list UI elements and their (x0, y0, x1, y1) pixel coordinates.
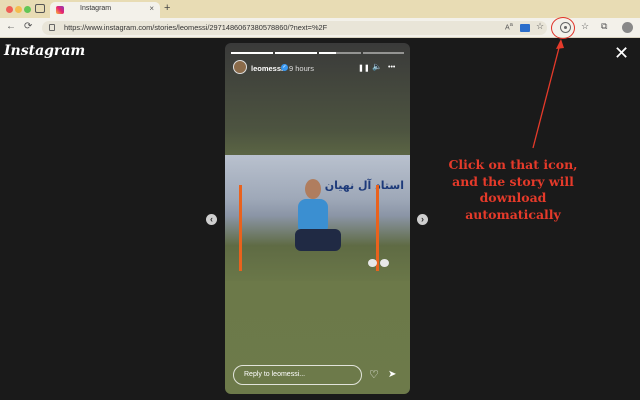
instagram-favicon-icon (56, 6, 64, 14)
pause-button[interactable]: ❚❚ (358, 64, 370, 72)
browser-tab-bar: Instagram × + (0, 0, 640, 18)
annotation-line: download (479, 190, 547, 205)
story-progress-segment (363, 52, 404, 54)
football (368, 259, 377, 267)
favorites-icon[interactable]: ☆ (581, 21, 589, 32)
progress-fill (319, 52, 336, 54)
verified-badge-icon: ✓ (281, 64, 288, 71)
story-timestamp: 9 hours (289, 64, 315, 73)
story-progress-segment (231, 52, 273, 54)
reload-button[interactable]: ⟳ (24, 21, 32, 32)
annotation-text: Click on that icon, and the story will d… (438, 157, 588, 223)
training-pole (376, 185, 379, 271)
arrow-head (556, 39, 564, 49)
more-options-button[interactable]: ••• (388, 64, 395, 71)
story-reply-input[interactable]: Reply to leomessi... (233, 365, 362, 385)
progress-fill (275, 52, 317, 54)
training-pole (239, 185, 242, 271)
window-minimize-button[interactable] (15, 6, 22, 13)
arrow-line (532, 43, 561, 149)
like-heart-icon[interactable]: ♡ (369, 368, 379, 381)
back-button[interactable]: ← (6, 21, 16, 32)
url-text[interactable]: https://www.instagram.com/stories/leomes… (64, 23, 327, 32)
window-close-button[interactable] (6, 6, 13, 13)
story-photo: استاد آل نهيان (225, 155, 410, 281)
story-avatar[interactable] (233, 60, 247, 74)
read-aloud-icon[interactable]: Aa (505, 22, 513, 31)
profile-icon[interactable] (622, 22, 633, 33)
stadium-sign-text: استاد آل نهيان (324, 179, 404, 192)
next-story-button[interactable]: › (417, 214, 428, 225)
mute-button[interactable]: 🔈 (372, 62, 382, 71)
close-story-button[interactable]: ✕ (614, 43, 629, 64)
lock-icon (49, 24, 55, 31)
tab-actions-icon[interactable] (35, 4, 45, 13)
story-progress-segment (319, 52, 361, 54)
player-legs (295, 229, 341, 251)
player-jersey (298, 199, 328, 231)
address-bar[interactable]: https://www.instagram.com/stories/leomes… (42, 21, 547, 35)
tab-title: Instagram (80, 5, 112, 12)
progress-fill (231, 52, 273, 54)
collections-icon[interactable]: ⧉ (601, 21, 607, 32)
favorite-add-icon[interactable]: ☆ (536, 21, 544, 32)
new-tab-button[interactable]: + (164, 2, 170, 14)
player-head (305, 179, 321, 199)
instagram-logo[interactable]: Instagram (4, 43, 85, 59)
reply-placeholder: Reply to leomessi... (244, 371, 306, 378)
annotation-line: automatically (465, 206, 561, 222)
annotation-highlight-circle (551, 17, 575, 39)
story-progress-segment (275, 52, 317, 54)
story-card: leomessi ✓ 9 hours ❚❚ 🔈 ••• استاد آل نهي… (225, 43, 410, 394)
tab-close-icon[interactable]: × (149, 4, 154, 13)
translate-icon[interactable] (520, 24, 530, 32)
story-username[interactable]: leomessi (251, 64, 283, 73)
share-send-icon[interactable]: ➤ (388, 369, 396, 380)
window-maximize-button[interactable] (24, 6, 31, 13)
tab-instagram[interactable]: Instagram × (50, 2, 160, 18)
browser-toolbar: ← ⟳ https://www.instagram.com/stories/le… (0, 18, 640, 38)
annotation-line: Click on that icon, (448, 157, 578, 172)
annotation-line: and the story will (452, 173, 574, 189)
football (380, 259, 389, 267)
previous-story-button[interactable]: ‹ (206, 214, 217, 225)
